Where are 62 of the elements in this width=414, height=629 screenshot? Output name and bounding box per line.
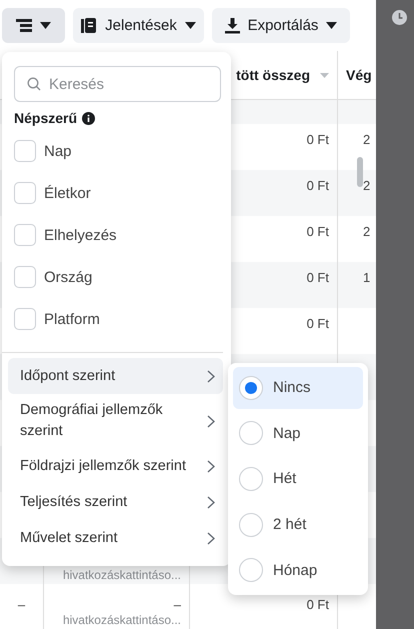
section-title: Népszerű — [14, 110, 78, 126]
table-cell: 2 — [363, 178, 370, 193]
table-cell-subtext: hivatkozáskattintáso... — [62, 613, 181, 629]
option-label[interactable]: Nap — [44, 142, 72, 160]
table-cell: 2 — [363, 132, 370, 147]
table-cell: 2 — [363, 224, 370, 239]
table-cell: 0 Ft — [306, 597, 329, 612]
download-icon — [224, 18, 240, 34]
submenu-item[interactable]: Teljesítés szerint — [8, 484, 223, 520]
table-cell: – — [18, 597, 26, 612]
search-field[interactable]: Keresés — [14, 66, 221, 102]
chevron-right-icon — [207, 460, 215, 472]
checkbox[interactable] — [14, 266, 36, 288]
option-label[interactable]: Életkor — [44, 184, 91, 202]
scrollbar-thumb[interactable] — [357, 157, 363, 187]
info-icon[interactable] — [82, 112, 96, 124]
table-cell: – — [174, 597, 181, 612]
breakdown-button[interactable] — [2, 8, 65, 43]
radio-option[interactable]: Hónap — [233, 549, 363, 591]
export-button[interactable]: Exportálás — [212, 8, 350, 43]
table-cell-subtext: hivatkozáskattintáso... — [62, 568, 181, 584]
table-cell: 0 Ft — [306, 224, 329, 239]
option-label[interactable]: Elhelyezés — [44, 226, 117, 244]
caret-icon — [326, 22, 338, 29]
radio-option[interactable]: Nap — [233, 412, 363, 454]
caret-icon — [40, 22, 51, 29]
chevron-right-icon — [207, 370, 215, 382]
radio-button[interactable] — [239, 466, 263, 491]
list-icon — [16, 19, 32, 32]
radio-button[interactable] — [239, 512, 263, 537]
table-cell: 0 Ft — [306, 178, 329, 193]
option-label[interactable]: Ország — [44, 268, 92, 286]
radio-button[interactable] — [239, 558, 263, 582]
reports-button[interactable]: Jelentések — [73, 8, 204, 43]
chevron-right-icon — [207, 414, 215, 428]
table-cell: 0 Ft — [306, 316, 329, 331]
sort-icon — [320, 72, 329, 78]
checkbox[interactable] — [14, 140, 36, 162]
radio-option[interactable]: 2 hét — [233, 504, 363, 546]
clock-icon[interactable] — [392, 10, 407, 25]
chevron-right-icon — [207, 532, 215, 544]
table-cell: 0 Ft — [306, 270, 329, 285]
search-icon — [27, 77, 41, 91]
submenu-item[interactable]: Művelet szerint — [8, 520, 223, 556]
column-header[interactable]: Vég — [346, 67, 372, 83]
radio-button[interactable] — [239, 376, 263, 400]
submenu-item[interactable]: Demográfiai jellemzők szerint — [8, 394, 223, 448]
checkbox[interactable] — [14, 224, 36, 246]
option-label[interactable]: Platform — [44, 310, 100, 328]
caret-icon — [184, 22, 196, 29]
table-cell: 1 — [363, 270, 370, 285]
radio-option[interactable]: Hét — [233, 458, 363, 500]
submenu-item[interactable]: Földrajzi jellemzők szerint — [8, 448, 223, 484]
checkbox[interactable] — [14, 182, 36, 204]
checkbox[interactable] — [14, 308, 36, 330]
chevron-right-icon — [207, 496, 215, 508]
radio-button[interactable] — [239, 421, 263, 446]
column-header[interactable]: tött összeg — [236, 67, 310, 83]
radio-option[interactable]: Nincs — [233, 367, 363, 409]
submenu-item[interactable]: Időpont szerint — [8, 358, 223, 394]
table-cell: 0 Ft — [306, 132, 329, 147]
document-icon — [81, 18, 98, 34]
